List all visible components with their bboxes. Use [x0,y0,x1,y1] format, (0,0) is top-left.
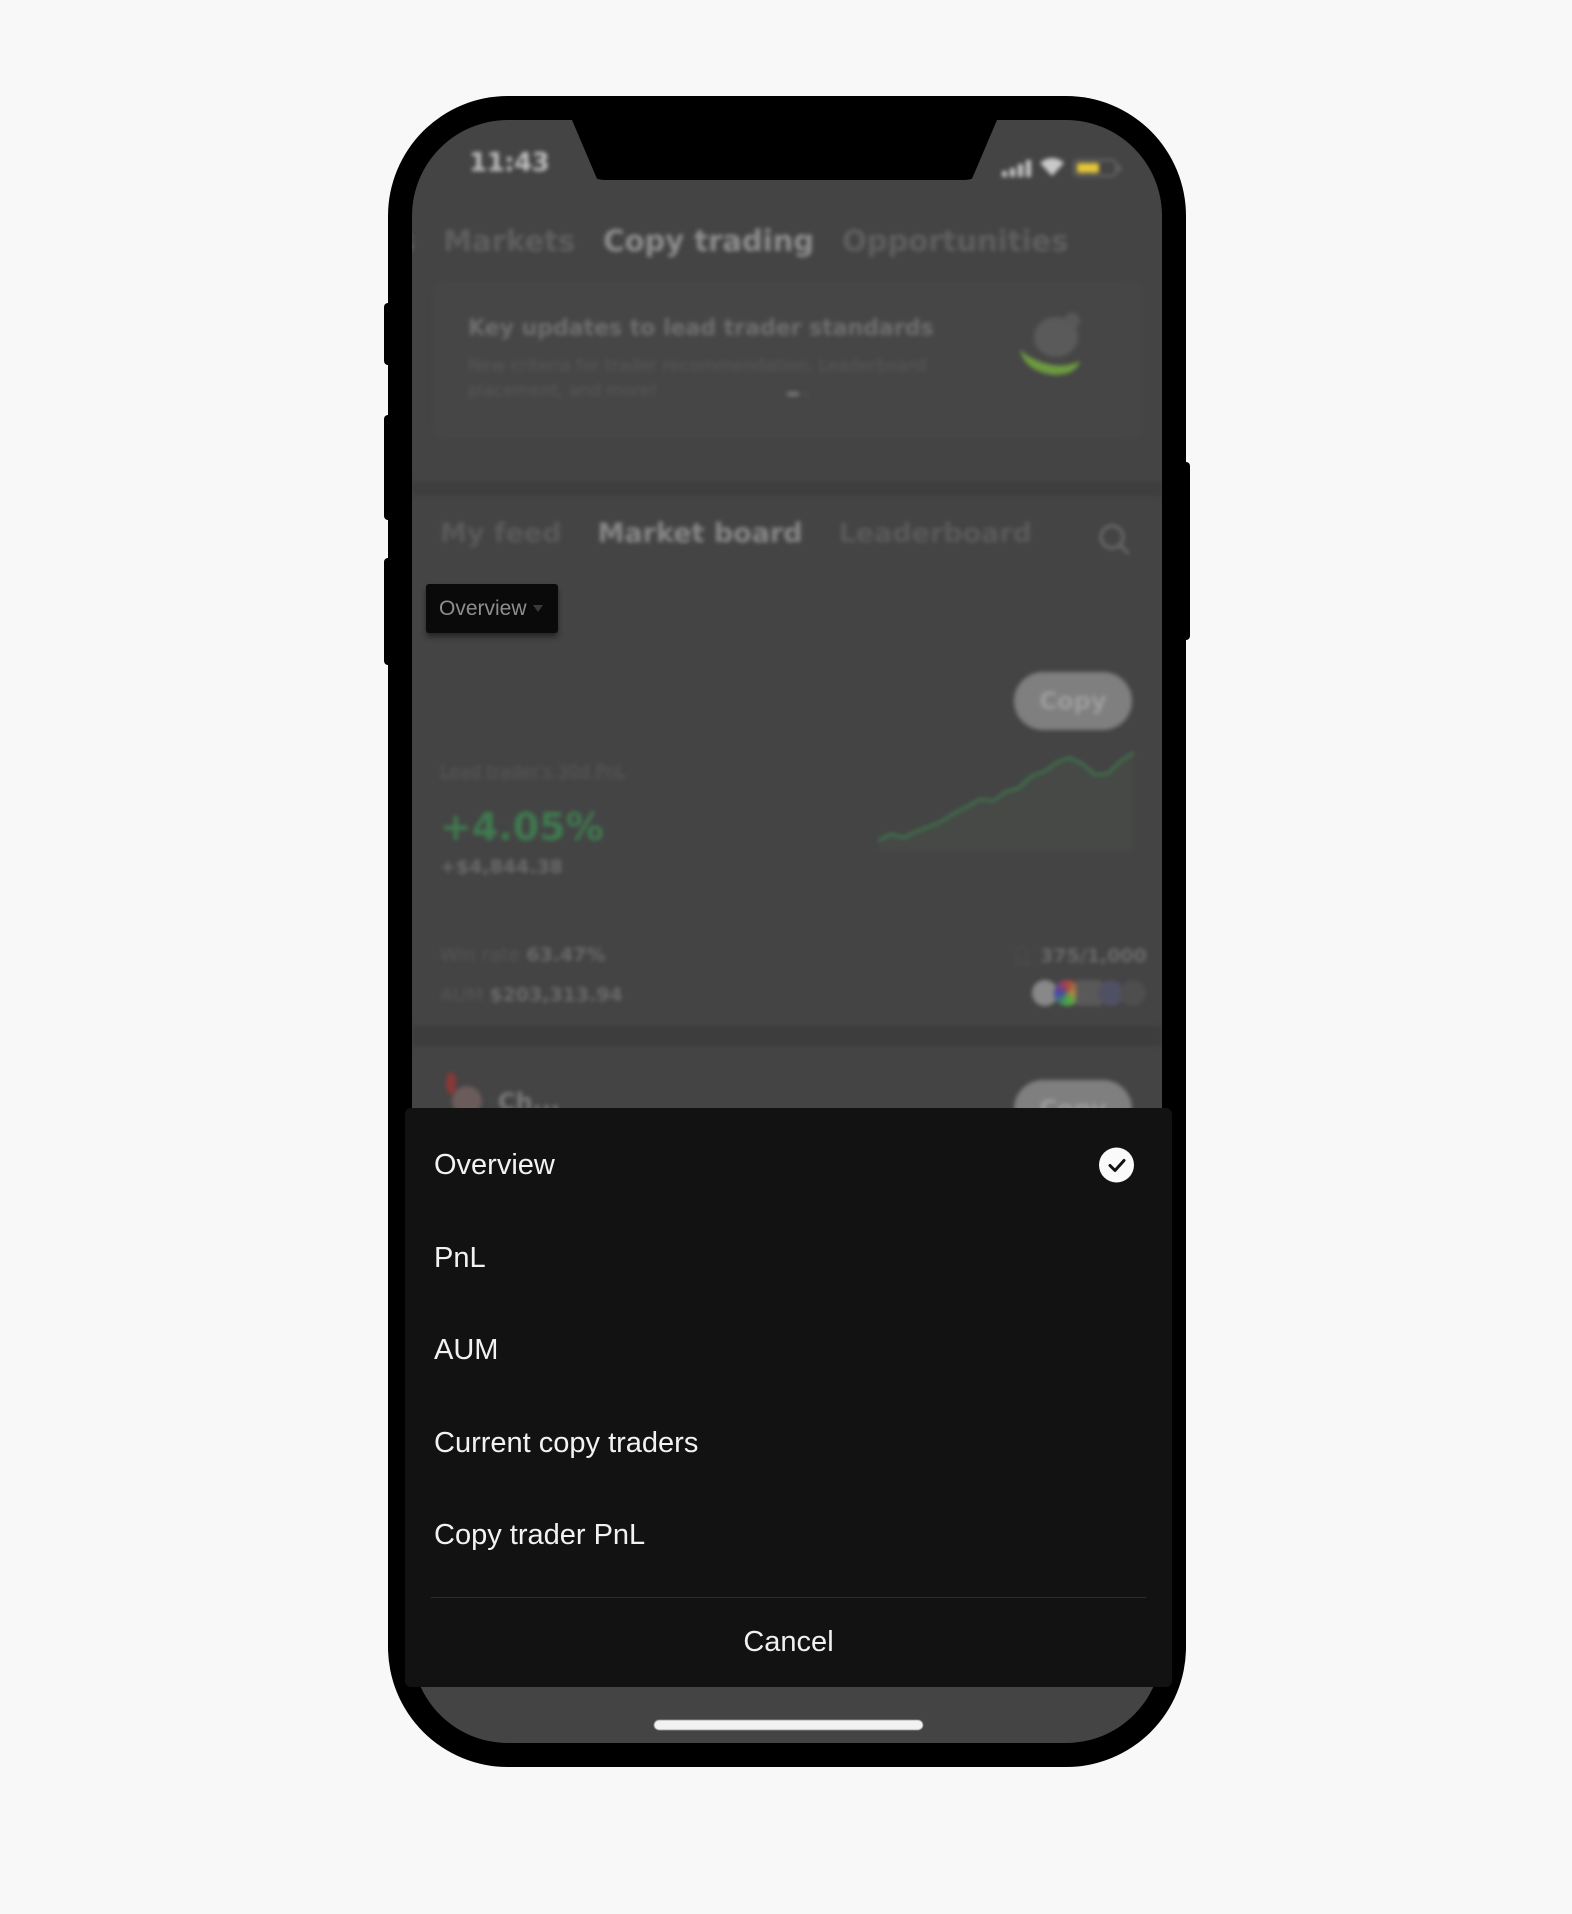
sparkline-area [878,753,1134,851]
filter-dropdown-label: Overview [439,596,527,620]
option-label: AUM [434,1333,499,1366]
pnl-sparkline [878,751,1134,851]
sub-nav-tabs: My feed Market board Leaderboard [440,518,1032,549]
win-rate-stat: Win rate 63.47% [440,944,606,966]
option-label: Current copy traders [434,1426,699,1459]
aum-label: AUM [440,984,484,1006]
banner-title: Key updates to lead trader standards [468,316,934,341]
copiers-stat: 👤︎ 375/1,000 [1010,944,1147,967]
aum-stat: AUM $203,313.94 [440,984,623,1006]
notch [572,120,997,180]
top-nav-tabs: s Markets Copy trading Opportunities [412,224,1068,258]
banner-pagination [787,392,808,396]
page-dot[interactable] [804,392,808,396]
traded-coins [1032,980,1146,1006]
person-icon: 👤︎ [1010,945,1035,967]
tab-copy-trading[interactable]: Copy trading [603,224,814,258]
option-label: PnL [434,1241,486,1274]
tab-my-feed[interactable]: My feed [440,518,562,549]
option-current-copy-traders[interactable]: Current copy traders [405,1397,1172,1489]
battery-icon [1073,159,1121,177]
pnl-label: Lead trader's 30d PnL [440,762,626,782]
option-label: Overview [434,1148,555,1181]
aum-value: $203,313.94 [489,984,623,1006]
cancel-button[interactable]: Cancel [405,1598,1172,1687]
cellular-signal-icon [1002,159,1031,177]
home-indicator[interactable] [654,1720,923,1730]
tab-opportunities[interactable]: Opportunities [842,224,1068,258]
copy-button[interactable]: Copy [1014,672,1132,730]
section-divider [412,482,1162,496]
wifi-icon [1040,158,1064,176]
win-rate-label: Win rate [440,944,521,966]
tab-leaderboard[interactable]: Leaderboard [839,518,1032,549]
tab-partial[interactable]: s [412,224,415,258]
copiers-value: 375/1,000 [1040,945,1147,967]
pnl-percent: +4.05% [440,805,604,849]
trophy-base-icon [1020,313,1080,375]
banner-subtitle: New criteria for trader recommendation, … [468,356,926,401]
card-separator [412,1026,1162,1046]
action-sheet: Overview PnL AUM Current copy traders Co… [405,1108,1172,1687]
option-label: Copy trader PnL [434,1518,646,1551]
coin-icon [1120,980,1146,1006]
page-dot-active[interactable] [787,392,799,396]
battery-level [1077,163,1099,173]
tab-markets[interactable]: Markets [443,224,575,258]
option-pnl[interactable]: PnL [405,1212,1172,1304]
option-copy-trader-pnl[interactable]: Copy trader PnL [405,1489,1172,1581]
search-icon[interactable] [1097,522,1131,556]
option-aum[interactable]: AUM [405,1304,1172,1396]
status-time: 11:43 [469,148,550,178]
checkmark-icon [1099,1147,1134,1183]
announcement-banner[interactable]: Key updates to lead trader standards New… [432,280,1142,440]
win-rate-value: 63.47% [526,944,606,966]
chevron-down-icon [532,605,543,612]
status-icons [1002,157,1121,177]
pnl-amount: +$4,844.38 [440,856,563,878]
option-overview[interactable]: Overview [405,1119,1172,1211]
tab-market-board[interactable]: Market board [598,518,803,549]
filter-dropdown[interactable]: Overview [426,584,558,633]
